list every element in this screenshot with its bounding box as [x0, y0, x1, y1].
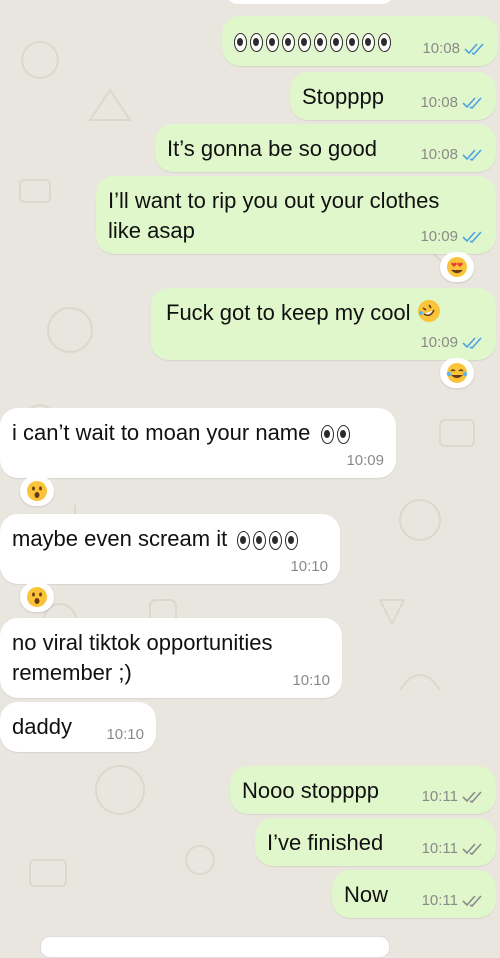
incoming-message[interactable]: maybe even scream it 10:10 [0, 514, 340, 584]
message-meta: 10:08 [420, 146, 484, 163]
message-time: 10:10 [292, 672, 330, 689]
heart-eyes-emoji-icon [447, 257, 467, 277]
previous-message-bubble [226, 0, 394, 4]
message-text-row: i can’t wait to moan your name [12, 418, 384, 448]
message-time: 10:10 [106, 726, 144, 743]
message-text-line-1: no viral tiktok opportunities [12, 630, 273, 655]
message-text: Stopppp [302, 84, 384, 109]
message-text-line-2: remember ;) [12, 660, 132, 685]
eye-emoji-icon [237, 530, 251, 550]
eye-emoji-icon [282, 32, 295, 52]
reaction-badge[interactable] [20, 476, 54, 506]
message-time: 10:09 [420, 228, 458, 245]
eye-emoji-icon [269, 530, 283, 550]
outgoing-message[interactable]: Nooo stopppp 10:11 [230, 766, 496, 814]
reaction-badge[interactable] [440, 358, 474, 388]
message-text: maybe even scream it [12, 526, 228, 551]
eye-emoji-icon [250, 32, 263, 52]
eye-emoji-icon [378, 32, 391, 52]
outgoing-message[interactable]: I’ve finished 10:11 [255, 818, 496, 866]
read-ticks-icon [462, 230, 482, 243]
message-time: 10:09 [346, 452, 384, 469]
surprised-emoji-icon [27, 587, 47, 607]
eye-emoji-icon [346, 32, 359, 52]
eye-emoji-icon [336, 424, 350, 444]
outgoing-message[interactable]: It’s gonna be so good 10:08 [155, 124, 496, 172]
read-ticks-icon [462, 148, 482, 161]
message-text: Nooo stopppp [242, 778, 379, 803]
eye-emoji-icon [253, 530, 267, 550]
eye-emoji-icon [320, 424, 334, 444]
message-time: 10:08 [420, 146, 458, 163]
message-text: i can’t wait to moan your name [12, 420, 311, 445]
message-text: Now [344, 882, 389, 907]
outgoing-message[interactable]: Stopppp 10:08 [290, 72, 496, 120]
outgoing-message[interactable]: 10:08 [222, 16, 498, 66]
message-time: 10:10 [290, 558, 328, 575]
message-time: 10:08 [420, 94, 458, 111]
message-text-row: maybe even scream it [12, 524, 328, 554]
incoming-message[interactable]: daddy 10:10 [0, 702, 156, 752]
message-meta: 10:10 [292, 672, 330, 689]
message-text: daddy [12, 714, 72, 739]
incoming-message[interactable]: i can’t wait to moan your name 10:09 [0, 408, 396, 478]
tears-of-joy-emoji-icon [446, 363, 468, 383]
message-input-field[interactable] [40, 936, 390, 958]
message-meta: 10:09 [420, 334, 484, 351]
message-time: 10:11 [421, 840, 458, 857]
reaction-badge[interactable] [440, 252, 474, 282]
surprised-emoji-icon [27, 481, 47, 501]
outgoing-message[interactable]: Fuck got to keep my cool 10:09 [151, 288, 496, 360]
delivered-ticks-icon [462, 894, 482, 907]
incoming-message[interactable]: no viral tiktok opportunities remember ;… [0, 618, 342, 698]
message-meta: 10:09 [346, 452, 384, 469]
message-meta: 10:09 [420, 228, 484, 245]
message-text: Fuck got to keep my cool [166, 300, 411, 325]
message-meta: 10:11 [422, 892, 484, 909]
message-meta: 10:08 [420, 94, 484, 111]
message-text: I’ve finished [267, 830, 384, 855]
message-time: 10:11 [421, 892, 458, 909]
message-text: It’s gonna be so good [167, 136, 377, 161]
message-time: 10:11 [421, 788, 458, 805]
message-meta: 10:10 [106, 726, 144, 743]
eye-emoji-icon [314, 32, 327, 52]
eye-emoji-icon [330, 32, 343, 52]
eye-emoji-icon [234, 32, 247, 52]
message-time: 10:08 [422, 40, 460, 57]
message-meta: 10:11 [422, 788, 484, 805]
read-ticks-icon [462, 336, 482, 349]
outgoing-message[interactable]: I’ll want to rip you out your clothes li… [96, 176, 496, 254]
message-text-line-1: I’ll want to rip you out your clothes [108, 188, 440, 213]
eye-emoji-icon [285, 530, 299, 550]
read-ticks-icon [464, 42, 484, 55]
delivered-ticks-icon [462, 790, 482, 803]
rofl-emoji-icon [417, 300, 440, 322]
message-text-row: Fuck got to keep my cool [163, 298, 484, 328]
message-time: 10:09 [420, 334, 458, 351]
eye-emoji-icon [362, 32, 375, 52]
eye-emoji-icon [266, 32, 279, 52]
message-meta: 10:11 [422, 840, 484, 857]
reaction-badge[interactable] [20, 582, 54, 612]
eye-emoji-icon [298, 32, 311, 52]
outgoing-message[interactable]: Now 10:11 [332, 870, 496, 918]
read-ticks-icon [462, 96, 482, 109]
delivered-ticks-icon [462, 842, 482, 855]
message-meta: 10:10 [290, 558, 328, 575]
message-meta: 10:08 [422, 40, 486, 57]
